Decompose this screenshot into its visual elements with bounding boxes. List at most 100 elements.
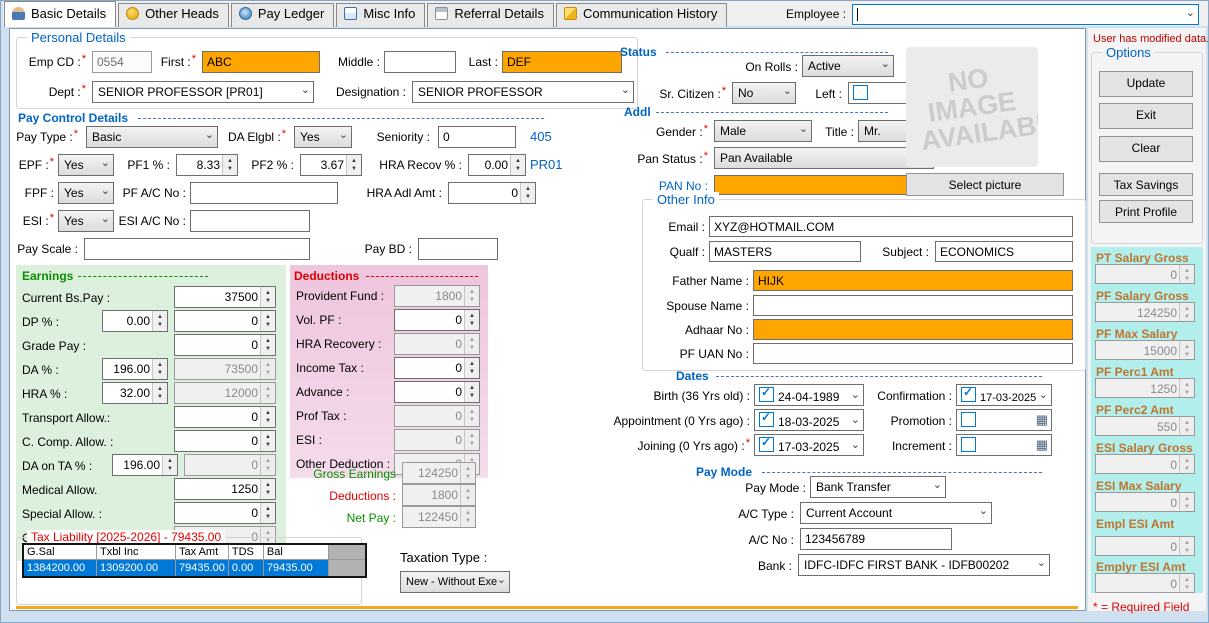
c-comp-allow-spinner[interactable]: 0 — [174, 430, 276, 452]
bank-dropdown[interactable]: IDFC-IDFC FIRST BANK - IDFB00202 — [798, 554, 1050, 576]
checkbox-unchecked[interactable] — [853, 85, 868, 100]
prof-tax-label: Prof Tax : — [296, 409, 346, 423]
spinner-buttons[interactable] — [260, 431, 275, 451]
middle-name-field[interactable] — [384, 51, 456, 73]
pf-ac-no-field[interactable] — [190, 182, 338, 204]
pf1-spinner[interactable]: 8.33 — [176, 154, 238, 176]
gross-earnings-label: Gross Earnings — [306, 467, 396, 481]
qualf-field[interactable]: MASTERS — [709, 241, 861, 262]
tab-basic-details[interactable]: Basic Details — [4, 1, 116, 27]
tab-other-heads[interactable]: Other Heads — [118, 3, 229, 27]
da-on-ta-spinner[interactable]: 196.00 — [112, 454, 178, 476]
dept-dropdown[interactable]: SENIOR PROFESSOR [PR01] — [92, 81, 314, 103]
table-row[interactable]: 1384200.00 1309200.00 79435.00 0.00 7943… — [23, 560, 366, 578]
taxation-type-dropdown[interactable]: New - Without Exe — [400, 571, 510, 593]
father-name-field[interactable]: HIJK — [753, 270, 1073, 291]
adhaar-no-field[interactable] — [753, 319, 1073, 340]
spinner-buttons[interactable] — [260, 287, 275, 307]
vol-pf-spinner[interactable]: 0 — [394, 309, 480, 331]
income-tax-spinner[interactable]: 0 — [394, 357, 480, 379]
ac-type-dropdown[interactable]: Current Account — [800, 502, 992, 524]
fpf-dropdown[interactable]: Yes — [58, 182, 114, 204]
medical-allow-spinner[interactable]: 1250 — [174, 478, 276, 500]
subject-field[interactable]: ECONOMICS — [935, 241, 1073, 262]
spinner-buttons[interactable] — [222, 155, 237, 175]
checkbox-checked[interactable] — [759, 412, 774, 427]
checkbox-checked[interactable] — [759, 387, 774, 402]
grade-pay-spinner[interactable]: 0 — [174, 334, 276, 356]
special-allow-spinner[interactable]: 0 — [174, 502, 276, 524]
epf-dropdown[interactable]: Yes — [58, 154, 114, 176]
calendar-icon[interactable] — [1036, 437, 1048, 453]
spinner-buttons[interactable] — [260, 407, 275, 427]
pay-bd-field[interactable] — [418, 238, 498, 260]
exit-button[interactable]: Exit — [1099, 103, 1193, 129]
transport-allow-spinner[interactable]: 0 — [174, 406, 276, 428]
tax-liability-table[interactable]: G.Sal Txbl Inc Tax Amt TDS Bal 1384200.0… — [22, 543, 367, 578]
spinner-buttons[interactable] — [464, 358, 479, 378]
checkbox-checked[interactable] — [961, 387, 976, 402]
ac-no-field[interactable]: 123456789 — [800, 528, 952, 550]
spinner-buttons[interactable] — [152, 383, 167, 403]
dp-amt-spinner[interactable]: 0 — [174, 310, 276, 332]
checkbox-checked[interactable] — [759, 437, 774, 452]
pay-scale-field[interactable] — [84, 238, 310, 260]
sr-citizen-dropdown[interactable]: No — [732, 82, 796, 104]
seniority-field[interactable]: 0 — [438, 126, 516, 148]
spinner-buttons[interactable] — [152, 311, 167, 331]
da-elgbl-dropdown[interactable]: Yes — [294, 126, 352, 148]
checkbox-unchecked[interactable] — [961, 412, 976, 427]
spinner-buttons[interactable] — [464, 310, 479, 330]
promotion-date-picker[interactable] — [956, 409, 1052, 431]
pay-mode-dropdown[interactable]: Bank Transfer — [810, 476, 946, 498]
increment-date-picker[interactable] — [956, 434, 1052, 456]
update-button[interactable]: Update — [1099, 71, 1193, 97]
spinner-buttons[interactable] — [162, 455, 177, 475]
spinner-buttons[interactable] — [520, 183, 535, 203]
select-picture-button[interactable]: Select picture — [906, 173, 1064, 196]
on-rolls-dropdown[interactable]: Active — [802, 55, 894, 77]
spinner-buttons[interactable] — [464, 382, 479, 402]
pf2-spinner[interactable]: 3.67 — [300, 154, 362, 176]
current-bs-pay-spinner[interactable]: 37500 — [174, 286, 276, 308]
tab-misc-info[interactable]: Misc Info — [336, 3, 425, 27]
print-profile-button[interactable]: Print Profile — [1099, 200, 1193, 223]
first-name-field[interactable]: ABC — [202, 51, 320, 73]
esi-ac-no-field[interactable] — [190, 210, 310, 232]
birth-date-picker[interactable]: 24-04-1989 — [754, 384, 864, 406]
hra-pct-spinner[interactable]: 32.00 — [102, 382, 168, 404]
spouse-name-field[interactable] — [753, 295, 1073, 316]
gender-dropdown[interactable]: Male — [714, 120, 812, 142]
hra-adl-amt-spinner[interactable]: 0 — [448, 182, 536, 204]
tab-communication-history[interactable]: Communication History — [556, 3, 727, 27]
hra-recov-spinner[interactable]: 0.00 — [468, 154, 526, 176]
tab-pay-ledger[interactable]: Pay Ledger — [231, 3, 335, 27]
confirmation-date-picker[interactable]: 17-03-2025 — [956, 384, 1052, 406]
email-field[interactable]: XYZ@HOTMAIL.COM — [709, 216, 1073, 237]
dp-pct-spinner[interactable]: 0.00 — [102, 310, 168, 332]
da-pct-spinner[interactable]: 196.00 — [102, 358, 168, 380]
spinner-buttons[interactable] — [346, 155, 361, 175]
calendar-icon[interactable] — [1036, 412, 1048, 428]
esi-dropdown[interactable]: Yes — [58, 210, 114, 232]
clear-button[interactable]: Clear — [1099, 136, 1193, 162]
employee-combobox[interactable] — [852, 4, 1199, 25]
spinner-buttons[interactable] — [260, 503, 275, 523]
spinner-buttons[interactable] — [152, 359, 167, 379]
pf-uan-no-field[interactable] — [753, 343, 1073, 364]
pan-no-field[interactable] — [714, 175, 934, 195]
spinner-buttons[interactable] — [260, 335, 275, 355]
pay-type-dropdown[interactable]: Basic — [86, 126, 218, 148]
spinner-buttons[interactable] — [510, 155, 525, 175]
joining-date-picker[interactable]: 17-03-2025 — [754, 434, 864, 456]
pan-status-dropdown[interactable]: Pan Available — [714, 147, 934, 169]
advance-spinner[interactable]: 0 — [394, 381, 480, 403]
tax-savings-button[interactable]: Tax Savings — [1099, 173, 1193, 196]
last-name-field[interactable]: DEF — [502, 51, 622, 73]
appointment-date-picker[interactable]: 18-03-2025 — [754, 409, 864, 431]
checkbox-unchecked[interactable] — [961, 437, 976, 452]
designation-dropdown[interactable]: SENIOR PROFESSOR — [412, 81, 634, 103]
tab-referral-details[interactable]: Referral Details — [427, 3, 554, 27]
spinner-buttons[interactable] — [260, 479, 275, 499]
spinner-buttons[interactable] — [260, 311, 275, 331]
